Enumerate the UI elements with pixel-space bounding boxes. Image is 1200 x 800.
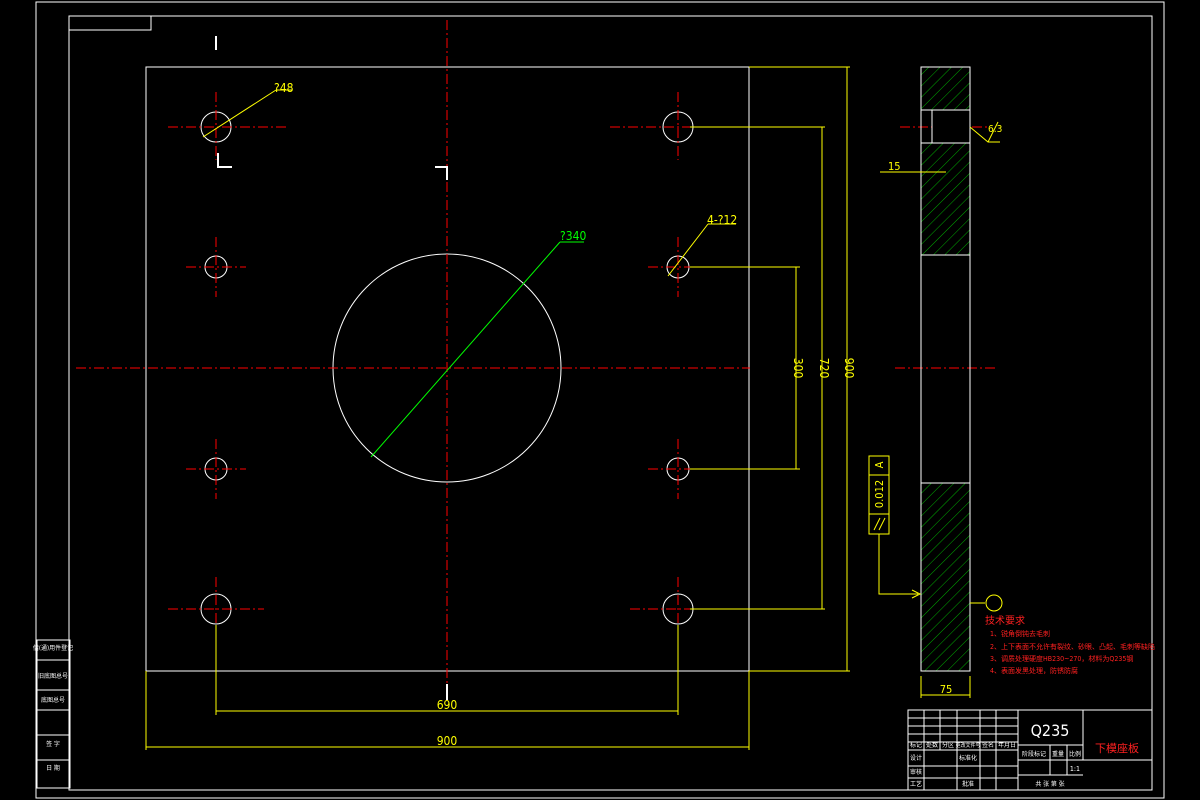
tb-role: 批准 — [962, 780, 974, 788]
dim-720: 720 — [817, 358, 831, 379]
surface-roughness: 6.3 — [988, 124, 1002, 135]
tb-weight: 重量 — [1052, 750, 1064, 758]
dim-300: 300 — [791, 358, 805, 379]
tech-req-item: 3、调质处理硬度HB230~270，材料为Q235钢 — [990, 654, 1133, 663]
parallelism-value: 0.012 — [873, 480, 886, 508]
tb-role: 设计 — [910, 754, 922, 762]
dim-small-hole: ?48 — [274, 81, 294, 95]
tech-req-item: 2、上下表面不允许有裂纹、砂眼、凸起、毛刺等缺陷 — [990, 642, 1155, 651]
dim-900-horizontal: 900 — [437, 734, 458, 748]
tech-req-item: 1、锐角倒钝去毛刺 — [990, 629, 1050, 638]
centerlines — [76, 20, 998, 700]
tb-role: 标准化 — [959, 754, 977, 762]
tb-scale: 1:1 — [1070, 765, 1080, 773]
tech-req-title: 技术要求 — [985, 614, 1025, 627]
tb-stage: 阶段标记 — [1022, 750, 1046, 758]
dim-690: 690 — [437, 698, 458, 712]
side-table-cell-4: 签 字 — [46, 740, 60, 748]
material: Q235 — [1031, 721, 1070, 740]
dim-big-bore: ?340 — [560, 229, 586, 243]
datum-label: A — [873, 461, 886, 468]
tb-mark: 标记 — [910, 741, 922, 749]
bore-leader — [370, 241, 584, 458]
tb-sheet: 共 张 第 张 — [1035, 780, 1064, 788]
side-table-cell-5: 日 期 — [46, 764, 60, 772]
side-view — [920, 66, 971, 672]
dimension-lines — [145, 66, 850, 750]
dim-hole-pattern: 4-?12 — [707, 213, 737, 227]
tb-role: 工艺 — [910, 780, 922, 788]
side-table-cell-2: 旧底图总号 — [38, 672, 68, 680]
side-table-cell-1: 借(通)用件登记 — [33, 644, 73, 652]
dim-thickness-top: 15 — [888, 160, 901, 173]
tb-mark: 更改文件号 — [955, 742, 980, 749]
tb-mark: 签名 — [982, 741, 994, 749]
dim-900-vertical: 900 — [842, 358, 856, 379]
sheet-frame — [35, 1, 1165, 799]
dim-thickness-total: 75 — [940, 683, 953, 696]
tech-req-item: 4、表面发黑处理，防锈防腐 — [990, 666, 1078, 675]
cad-drawing: 借(通)用件登记 旧底图总号 底图总号 签 字 日 期 ?48 ?340 4-?… — [33, 1, 1165, 799]
tb-mark: 年月日 — [998, 741, 1016, 749]
tb-scale-label: 比例 — [1069, 750, 1081, 758]
tb-mark: 处数 — [926, 741, 938, 749]
tb-role: 审核 — [910, 768, 922, 776]
part-name: 下模座板 — [1095, 741, 1139, 755]
tb-mark: 分区 — [942, 741, 954, 749]
side-table-cell-3: 底图总号 — [41, 696, 65, 704]
